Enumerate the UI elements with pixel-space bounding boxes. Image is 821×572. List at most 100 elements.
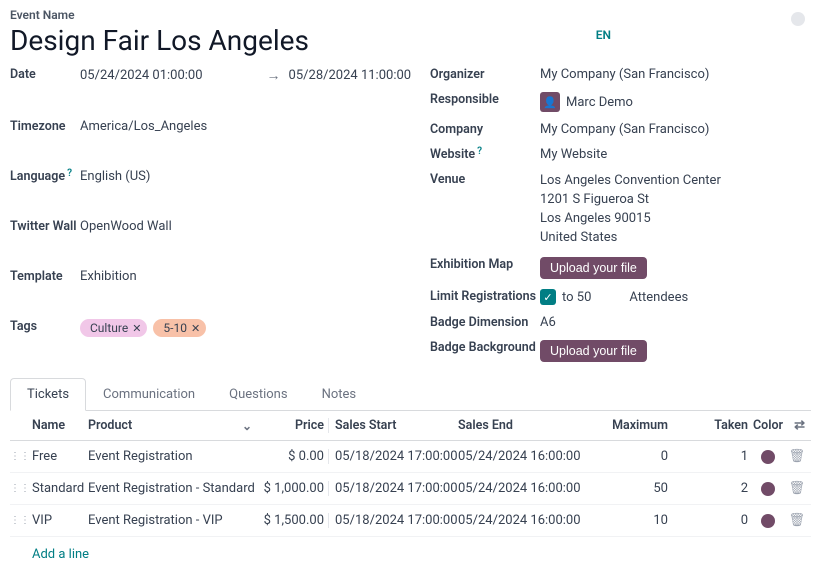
venue-label: Venue — [430, 172, 540, 187]
add-line-button[interactable]: Add a line — [10, 537, 811, 572]
upload-exhibition-map-button[interactable]: Upload your file — [540, 257, 647, 279]
cell-sales-end[interactable]: 05/24/2024 16:00:00 — [458, 513, 588, 528]
cell-max[interactable]: 0 — [588, 449, 668, 464]
right-column: Organizer My Company (San Francisco) Res… — [430, 67, 811, 362]
color-dot[interactable] — [761, 482, 775, 496]
cell-max[interactable]: 50 — [588, 481, 668, 496]
table-header: Name Product⌄ Price Sales Start Sales En… — [10, 411, 811, 441]
tag-culture[interactable]: Culture✕ — [80, 319, 147, 337]
venue-street: 1201 S Figueroa St — [540, 191, 811, 210]
twitter-label: Twitter Wall — [10, 219, 80, 234]
template-label: Template — [10, 269, 80, 284]
cell-product[interactable]: Event Registration - VIP — [88, 513, 258, 528]
header-area: Event Name Design Fair Los Angeles EN — [10, 8, 811, 57]
limit-to[interactable]: to 50 — [562, 290, 591, 305]
color-dot[interactable] — [761, 450, 775, 464]
th-color[interactable]: Color — [748, 418, 788, 433]
limit-reg-value: ✓ to 50 Attendees — [540, 289, 811, 305]
color-dot[interactable] — [761, 514, 775, 528]
company-label: Company — [430, 122, 540, 137]
table-row[interactable]: ⋮⋮ VIP Event Registration - VIP $ 1,500.… — [10, 505, 811, 537]
cell-max[interactable]: 10 — [588, 513, 668, 528]
organizer-label: Organizer — [430, 67, 540, 82]
left-column: Date 05/24/2024 01:00:00 → 05/28/2024 11… — [10, 67, 430, 362]
cell-name[interactable]: Free — [28, 449, 88, 464]
tags-label: Tags — [10, 319, 80, 334]
th-price[interactable]: Price — [258, 418, 328, 433]
table-row[interactable]: ⋮⋮ Free Event Registration $ 0.00 05/18/… — [10, 441, 811, 473]
cell-price[interactable]: $ 1,500.00 — [258, 513, 328, 528]
arrow-right-icon: → — [267, 67, 281, 84]
cell-sales-end[interactable]: 05/24/2024 16:00:00 — [458, 481, 588, 496]
date-end[interactable]: 05/28/2024 11:00:00 — [289, 68, 412, 83]
th-taken[interactable]: Taken — [668, 418, 748, 433]
cell-sales-start[interactable]: 05/18/2024 17:00:00 — [328, 481, 458, 496]
table-row[interactable]: ⋮⋮ Standard Event Registration - Standar… — [10, 473, 811, 505]
venue-country: United States — [540, 229, 811, 248]
help-icon[interactable]: ? — [67, 168, 72, 179]
date-label: Date — [10, 67, 80, 82]
venue-value[interactable]: Los Angeles Convention Center 1201 S Fig… — [540, 172, 811, 247]
notebook-tabs: Tickets Communication Questions Notes — [10, 378, 811, 411]
th-product[interactable]: Product⌄ — [88, 418, 258, 433]
cell-taken: 0 — [668, 513, 748, 528]
company-value[interactable]: My Company (San Francisco) — [540, 122, 811, 137]
exhibition-map-label: Exhibition Map — [430, 257, 540, 272]
kanban-state-dot[interactable] — [791, 12, 805, 26]
chevron-down-icon[interactable]: ⌄ — [242, 419, 252, 433]
cell-sales-start[interactable]: 05/18/2024 17:00:00 — [328, 513, 458, 528]
date-start[interactable]: 05/24/2024 01:00:00 — [80, 68, 203, 83]
timezone-label: Timezone — [10, 119, 80, 134]
avatar: 👤 — [540, 92, 560, 112]
cell-product[interactable]: Event Registration — [88, 449, 258, 464]
trash-icon[interactable]: 🗑 — [788, 513, 805, 528]
timezone-value[interactable]: America/Los_Angeles — [80, 119, 430, 134]
trash-icon[interactable]: 🗑 — [788, 481, 805, 496]
tab-communication[interactable]: Communication — [86, 378, 212, 411]
upload-badge-bg-button[interactable]: Upload your file — [540, 340, 647, 362]
attendees-label: Attendees — [629, 290, 688, 305]
template-value[interactable]: Exhibition — [80, 269, 430, 284]
drag-handle-icon[interactable]: ⋮⋮ — [10, 483, 28, 494]
limit-reg-checkbox[interactable]: ✓ — [540, 289, 556, 305]
limit-reg-label: Limit Registrations — [430, 289, 540, 304]
twitter-value[interactable]: OpenWood Wall — [80, 219, 430, 234]
badge-bg-label: Badge Background — [430, 340, 540, 355]
tab-notes[interactable]: Notes — [305, 378, 374, 411]
tag-5-10[interactable]: 5-10✕ — [153, 319, 206, 337]
organizer-value[interactable]: My Company (San Francisco) — [540, 67, 811, 82]
language-value[interactable]: English (US) — [80, 169, 430, 184]
settings-icon[interactable]: ⇄ — [794, 418, 805, 433]
website-label: Website? — [430, 147, 540, 162]
badge-dim-label: Badge Dimension — [430, 315, 540, 330]
language-badge[interactable]: EN — [596, 28, 611, 42]
cell-price[interactable]: $ 0.00 — [258, 449, 328, 464]
th-sales-start[interactable]: Sales Start — [328, 418, 458, 433]
th-name[interactable]: Name — [28, 418, 88, 433]
event-title[interactable]: Design Fair Los Angeles — [10, 24, 811, 57]
tags-value[interactable]: Culture✕ 5-10✕ — [80, 319, 430, 337]
website-value[interactable]: My Website — [540, 147, 811, 162]
close-icon[interactable]: ✕ — [191, 322, 200, 335]
th-sales-end[interactable]: Sales End — [458, 418, 588, 433]
responsible-name: Marc Demo — [566, 95, 633, 110]
cell-sales-end[interactable]: 05/24/2024 16:00:00 — [458, 449, 588, 464]
help-icon[interactable]: ? — [477, 146, 482, 157]
tab-tickets[interactable]: Tickets — [10, 378, 86, 411]
badge-dim-value[interactable]: A6 — [540, 315, 811, 330]
cell-sales-start[interactable]: 05/18/2024 17:00:00 — [328, 449, 458, 464]
th-max[interactable]: Maximum — [588, 418, 668, 433]
trash-icon[interactable]: 🗑 — [788, 449, 805, 464]
cell-name[interactable]: VIP — [28, 513, 88, 528]
drag-handle-icon[interactable]: ⋮⋮ — [10, 515, 28, 526]
language-label: Language? — [10, 169, 80, 184]
close-icon[interactable]: ✕ — [132, 322, 141, 335]
cell-name[interactable]: Standard — [28, 481, 88, 496]
venue-name: Los Angeles Convention Center — [540, 172, 811, 191]
cell-product[interactable]: Event Registration - Standard — [88, 481, 258, 496]
cell-price[interactable]: $ 1,000.00 — [258, 481, 328, 496]
responsible-value[interactable]: 👤 Marc Demo — [540, 92, 811, 112]
tab-questions[interactable]: Questions — [212, 378, 304, 411]
date-value[interactable]: 05/24/2024 01:00:00 → 05/28/2024 11:00:0… — [80, 67, 430, 84]
drag-handle-icon[interactable]: ⋮⋮ — [10, 451, 28, 462]
